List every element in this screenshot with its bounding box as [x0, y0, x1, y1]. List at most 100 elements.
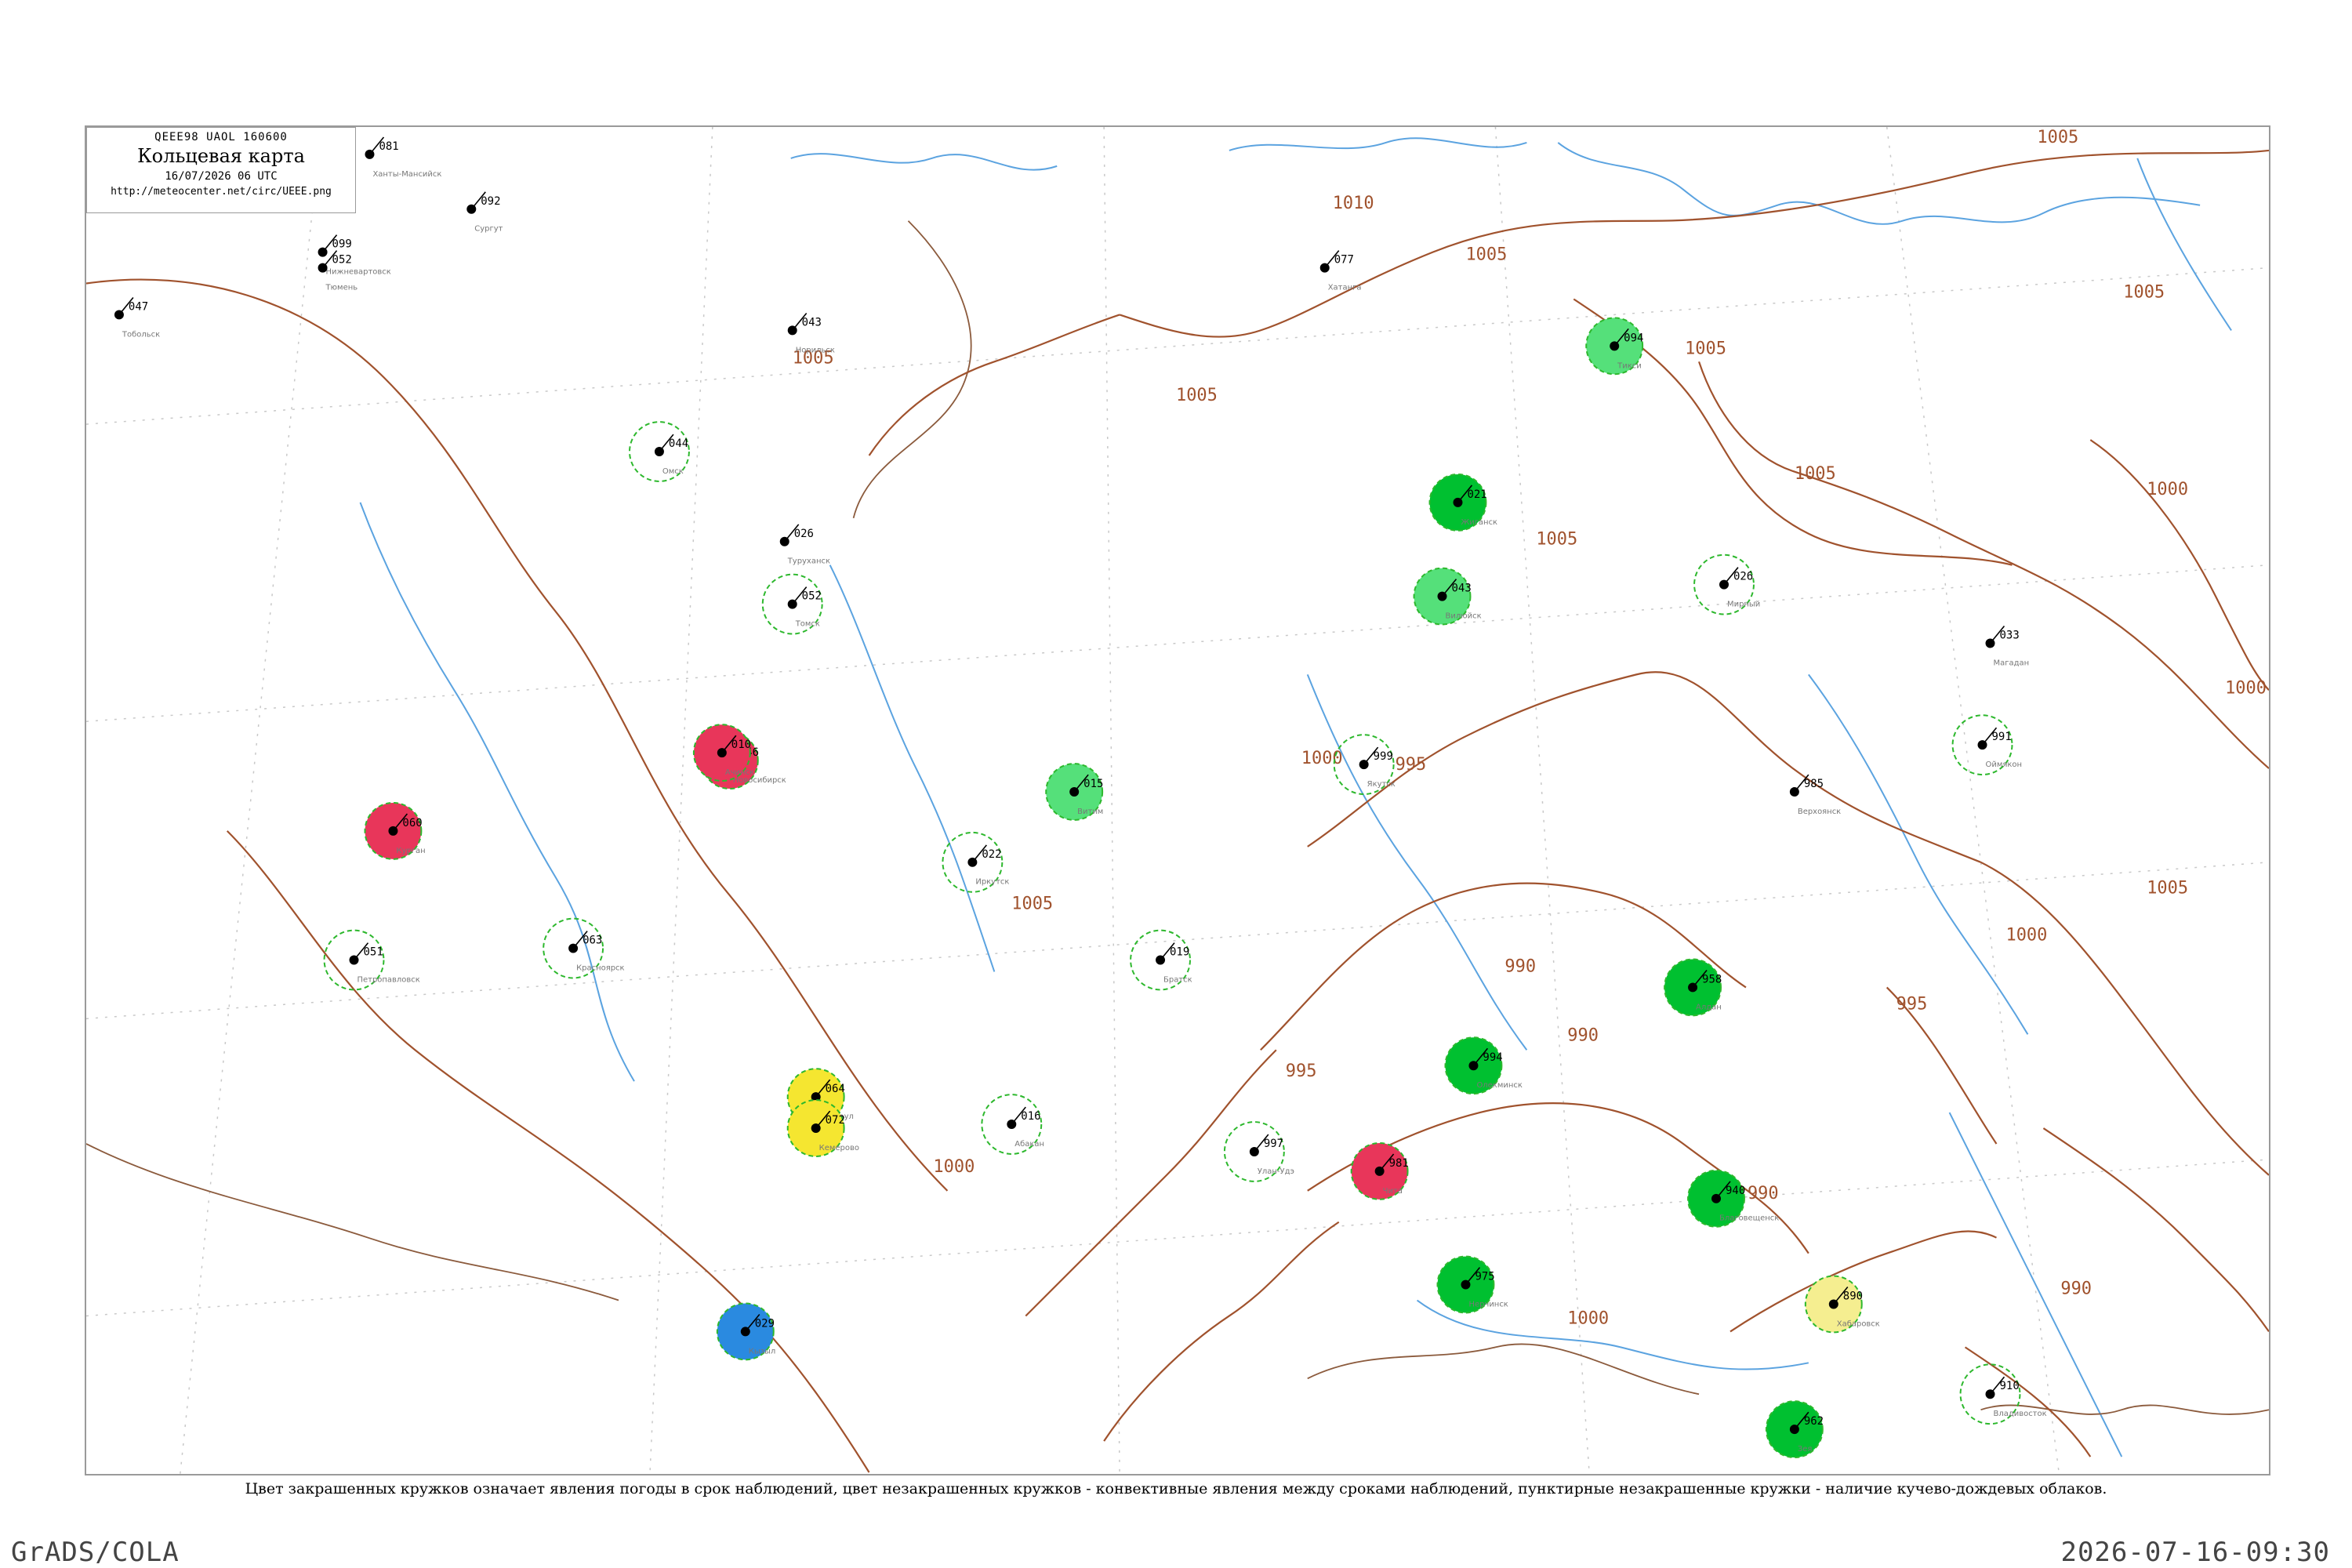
pressure-value: 033 [1999, 629, 2019, 641]
grads-credit: GrADS/COLA [11, 1537, 180, 1568]
weather-station[interactable]: 026 Мирный [1693, 554, 1760, 615]
river-line [829, 564, 996, 972]
weather-station[interactable]: 994 Олекминск [1444, 1036, 1523, 1095]
isobars-layer [86, 149, 2269, 1473]
weather-station[interactable]: 092 Сургут [466, 191, 503, 234]
station-name: Курган [396, 847, 425, 855]
pressure-value: 081 [379, 140, 398, 153]
pressure-value: 026 [794, 528, 814, 540]
river-line [790, 153, 1058, 171]
pressure-value: 063 [583, 935, 602, 947]
station-name: Оймякон [1986, 760, 2023, 769]
weather-station[interactable]: 016 Абакан [981, 1094, 1044, 1155]
isobar-label: 1000 [2225, 678, 2267, 698]
weather-station[interactable]: 072 Кемерово [786, 1099, 859, 1157]
station-name: Витим [1077, 808, 1103, 816]
pressure-value: 994 [1483, 1051, 1502, 1064]
pressure-value: 052 [802, 590, 822, 603]
weather-station[interactable]: 060 Курган [364, 801, 426, 860]
pressure-value: 016 [1021, 1110, 1040, 1123]
pressure-value: 962 [1804, 1415, 1824, 1428]
river-line [1306, 674, 1528, 1051]
synoptic-map: 1005100510101015101010051005100510051005… [85, 125, 2270, 1475]
weather-station[interactable]: 981 Чита [1350, 1142, 1409, 1200]
station-name: Кемерово [819, 1144, 859, 1152]
station-name: Верхоянск [1798, 808, 1841, 816]
weather-station[interactable]: 958 Алдан [1664, 958, 1722, 1017]
grid-line [1103, 127, 1120, 1474]
weather-station[interactable]: 033 Магадан [1985, 626, 2030, 668]
pressure-value: 999 [1374, 750, 1393, 763]
border-line [86, 1143, 619, 1301]
bulletin-code: QEEE98 UAOL 160600 [154, 131, 288, 143]
station-name: Вилюйск [1446, 612, 1482, 621]
weather-station[interactable]: 063 Красноярск [543, 917, 625, 979]
station-name: Кызыл [749, 1347, 776, 1356]
pressure-value: 051 [363, 946, 383, 959]
isobar-label: 990 [1748, 1184, 1779, 1203]
pressure-value: 890 [1843, 1290, 1863, 1303]
pressure-value: 044 [669, 437, 688, 450]
river-line [1808, 673, 2029, 1035]
weather-station[interactable]: 094 Тикси [1585, 317, 1643, 376]
weather-station[interactable]: 052 Томск [761, 573, 823, 635]
weather-station[interactable]: 021 Жиганск [1428, 473, 1498, 532]
isobar-label: 1000 [933, 1157, 975, 1177]
pressure-value: 019 [1170, 946, 1189, 959]
station-name: Новосибирск [733, 776, 786, 785]
station-name: Нерчинск [1468, 1301, 1508, 1309]
pressure-value: 021 [1467, 488, 1486, 501]
station-name: Зея [1798, 1445, 1813, 1454]
weather-station[interactable]: 999 Якутск [1333, 734, 1396, 796]
weather-station[interactable]: 010 Ачинск [692, 724, 754, 782]
pressure-value: 099 [332, 238, 352, 251]
pressure-value: 022 [982, 848, 1001, 861]
pressure-value: 077 [1334, 254, 1354, 267]
isobar-label: 1005 [2037, 128, 2078, 147]
isobar-label: 995 [1396, 755, 1427, 775]
isobar-label: 995 [1286, 1062, 1317, 1081]
isobar-label: 1005 [1685, 339, 1726, 358]
weather-station[interactable]: 081 Ханты-Мансийск [365, 136, 441, 179]
pressure-value: 072 [826, 1114, 845, 1127]
source-url[interactable]: http://meteocenter.net/circ/UEEE.png [87, 186, 355, 198]
station-name: Петропавловск [358, 975, 420, 984]
weather-station[interactable]: 022 Иркутск [942, 831, 1009, 893]
rivers-and-coast [359, 137, 2232, 1457]
weather-station[interactable]: 043 Норильск [787, 312, 835, 354]
pressure-value: 981 [1389, 1157, 1409, 1170]
isobar-label: 990 [1504, 956, 1536, 976]
weather-station[interactable]: 043 Вилюйск [1413, 567, 1482, 626]
weather-station[interactable]: 029 Кызыл [716, 1302, 776, 1361]
isobar-label: 1005 [1011, 895, 1053, 914]
station-name: Хабаровск [1837, 1319, 1880, 1328]
isobar-line [86, 278, 949, 1192]
weather-station[interactable]: 962 Зея [1765, 1400, 1824, 1459]
pressure-value: 043 [802, 316, 822, 328]
grid-line [649, 127, 713, 1474]
weather-station[interactable]: 975 Нерчинск [1436, 1255, 1508, 1314]
isobar-label: 990 [2060, 1279, 2092, 1299]
pressure-value: 015 [1083, 778, 1103, 790]
weather-station[interactable]: 997 Улан-Удэ [1223, 1121, 1294, 1182]
station-name: Жиганск [1461, 518, 1497, 527]
isobar-line [1025, 1049, 1277, 1317]
river-line [2136, 158, 2232, 331]
weather-station[interactable]: 015 Витим [1045, 763, 1103, 821]
weather-station[interactable]: 026 Туруханск [779, 524, 830, 566]
weather-station[interactable]: 019 Братск [1130, 929, 1192, 991]
pressure-value: 910 [1999, 1380, 2019, 1392]
station-name: Владивосток [1994, 1410, 2047, 1418]
station-name: Красноярск [576, 964, 624, 972]
weather-station[interactable]: 047 Тобольск [114, 296, 160, 339]
weather-station[interactable]: 051 Петропавловск [323, 929, 420, 991]
station-name: Хатанга [1328, 284, 1362, 292]
weather-station[interactable]: 890 Хабаровск [1804, 1275, 1880, 1334]
weather-station[interactable]: 044 Омск [629, 421, 690, 482]
pressure-value: 043 [1451, 583, 1471, 595]
station-name: Норильск [796, 346, 835, 354]
weather-station[interactable]: 099 Нижневартовск [318, 234, 391, 277]
pressure-value: 060 [402, 817, 422, 829]
weather-station[interactable]: 077 Хатанга [1319, 250, 1362, 292]
pressure-value: 026 [1733, 571, 1753, 583]
